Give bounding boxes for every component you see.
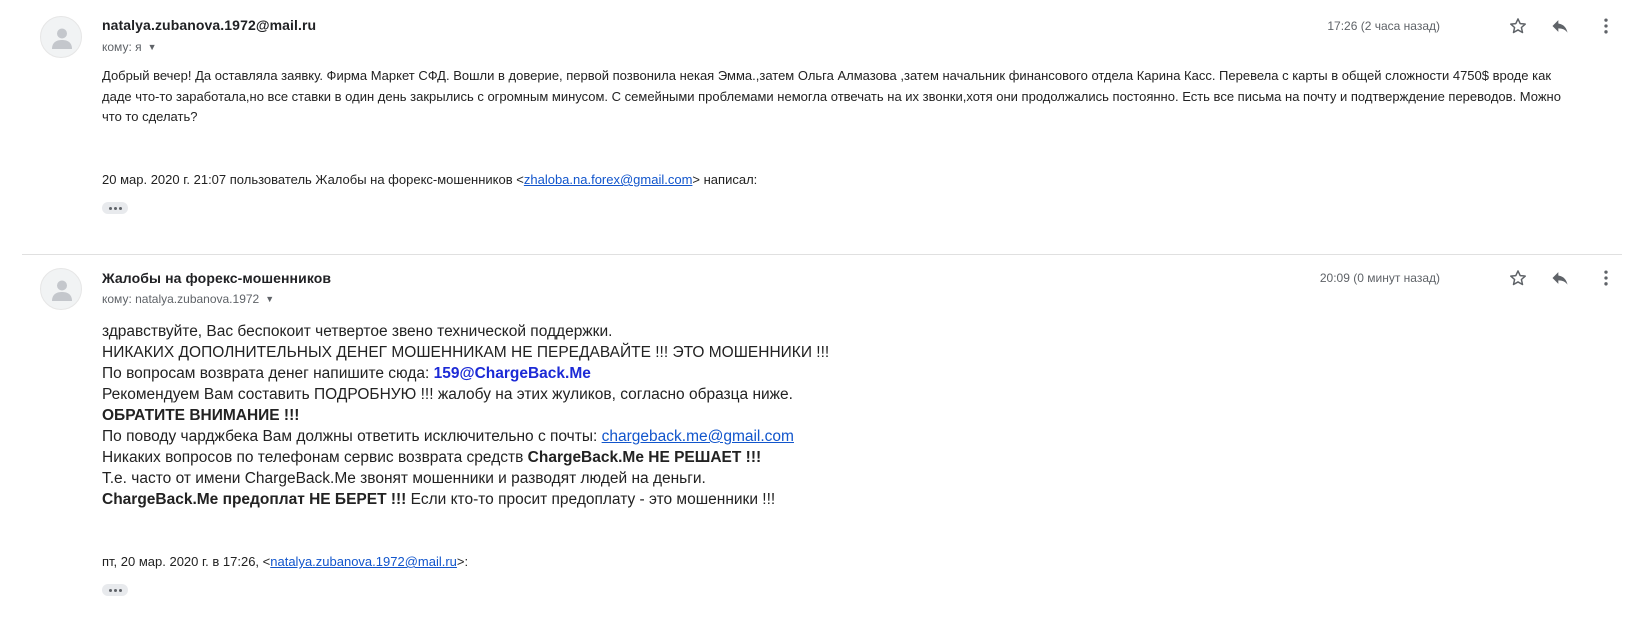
body-text: Никаких вопросов по телефонам сервис воз… bbox=[102, 449, 528, 466]
body-line: Никаких вопросов по телефонам сервис воз… bbox=[102, 447, 829, 468]
message-divider bbox=[22, 254, 1622, 255]
more-vert-icon bbox=[1604, 270, 1608, 286]
ellipsis-dot bbox=[118, 206, 122, 210]
message-body: здравствуйте, Вас беспокоит четвертое зв… bbox=[102, 321, 829, 510]
message-body: Добрый вечер! Да оставляла заявку. Фирма… bbox=[102, 68, 1561, 124]
chargeback-email-link[interactable]: chargeback.me@gmail.com bbox=[602, 428, 794, 445]
chevron-down-icon[interactable]: ▼ bbox=[148, 42, 157, 52]
show-trimmed-content-button[interactable] bbox=[102, 202, 128, 214]
quote-email-link[interactable]: natalya.zubanova.1972@mail.ru bbox=[270, 554, 457, 569]
email-message-2: Жалобы на форекс-мошенников кому: nataly… bbox=[0, 256, 1632, 626]
recipients-toggle[interactable]: кому: я ▼ bbox=[102, 40, 157, 54]
reply-icon bbox=[1552, 272, 1568, 285]
highlighted-email: 159@ChargeBack.Me bbox=[433, 365, 591, 382]
body-text: Если кто-то просит предоплату - это моше… bbox=[406, 491, 776, 508]
recipients-label: кому: я bbox=[102, 40, 142, 54]
quote-prefix: пт, 20 мар. 2020 г. в 17:26, < bbox=[102, 554, 271, 569]
sender-name[interactable]: natalya.zubanova.1972@mail.ru bbox=[102, 17, 316, 33]
star-button[interactable] bbox=[1506, 266, 1530, 290]
body-line: НИКАКИХ ДОПОЛНИТЕЛЬНЫХ ДЕНЕГ МОШЕННИКАМ … bbox=[102, 344, 830, 361]
reply-button[interactable] bbox=[1548, 14, 1572, 38]
person-icon bbox=[52, 280, 72, 301]
sender-name[interactable]: Жалобы на форекс-мошенников bbox=[102, 270, 331, 286]
message-time: 20:09 (0 минут назад) bbox=[1319, 271, 1440, 285]
quote-prefix: 20 мар. 2020 г. 21:07 пользователь Жалоб… bbox=[102, 172, 524, 187]
quote-suffix: > написал: bbox=[692, 172, 758, 187]
body-line: здравствуйте, Вас беспокоит четвертое зв… bbox=[102, 323, 613, 340]
ellipsis-icon bbox=[108, 206, 112, 210]
bold-text: ОБРАТИТЕ ВНИМАНИЕ !!! bbox=[102, 407, 300, 424]
star-button[interactable] bbox=[1506, 14, 1530, 38]
avatar[interactable] bbox=[40, 16, 82, 58]
avatar[interactable] bbox=[40, 268, 82, 310]
bold-text: ChargeBack.Me предоплат НЕ БЕРЕТ !!! bbox=[102, 491, 407, 508]
bold-text: ChargeBack.Me НЕ РЕШАЕТ !!! bbox=[527, 449, 762, 466]
ellipsis-dot bbox=[113, 588, 117, 592]
body-line: Т.е. часто от имени ChargeBack.Me звонят… bbox=[102, 470, 706, 487]
ellipsis-dot bbox=[113, 206, 117, 210]
show-trimmed-content-button[interactable] bbox=[102, 584, 128, 596]
star-icon bbox=[1510, 18, 1526, 34]
reply-button[interactable] bbox=[1548, 266, 1572, 290]
quote-header: 20 мар. 2020 г. 21:07 пользователь Жалоб… bbox=[102, 172, 757, 187]
message-time: 17:26 (2 часа назад) bbox=[1327, 19, 1440, 33]
more-vert-icon bbox=[1604, 18, 1608, 34]
body-line: ChargeBack.Me предоплат НЕ БЕРЕТ !!! Есл… bbox=[102, 489, 829, 510]
ellipsis-dot bbox=[118, 588, 122, 592]
recipients-label: кому: natalya.zubanova.1972 bbox=[102, 292, 260, 306]
body-line: По поводу чарджбека Вам должны ответить … bbox=[102, 426, 829, 447]
body-line: По вопросам возврата денег напишите сюда… bbox=[102, 363, 829, 384]
more-options-button[interactable] bbox=[1594, 14, 1618, 38]
person-icon bbox=[52, 28, 72, 49]
body-line: ОБРАТИТЕ ВНИМАНИЕ !!! bbox=[102, 405, 829, 426]
body-line: Рекомендуем Вам составить ПОДРОБНУЮ !!! … bbox=[102, 386, 793, 403]
quote-header: пт, 20 мар. 2020 г. в 17:26, <natalya.zu… bbox=[102, 554, 468, 569]
body-text: По поводу чарджбека Вам должны ответить … bbox=[102, 428, 602, 445]
chevron-down-icon[interactable]: ▼ bbox=[265, 294, 274, 304]
star-icon bbox=[1510, 270, 1526, 286]
email-message-1: natalya.zubanova.1972@mail.ru кому: я ▼ … bbox=[0, 0, 1632, 254]
recipients-toggle[interactable]: кому: natalya.zubanova.1972 ▼ bbox=[102, 292, 274, 306]
ellipsis-icon bbox=[108, 588, 112, 592]
body-text: По вопросам возврата денег напишите сюда… bbox=[102, 365, 434, 382]
quote-email-link[interactable]: zhaloba.na.forex@gmail.com bbox=[524, 172, 693, 187]
quote-suffix: >: bbox=[456, 554, 469, 569]
more-options-button[interactable] bbox=[1594, 266, 1618, 290]
reply-icon bbox=[1552, 20, 1568, 33]
